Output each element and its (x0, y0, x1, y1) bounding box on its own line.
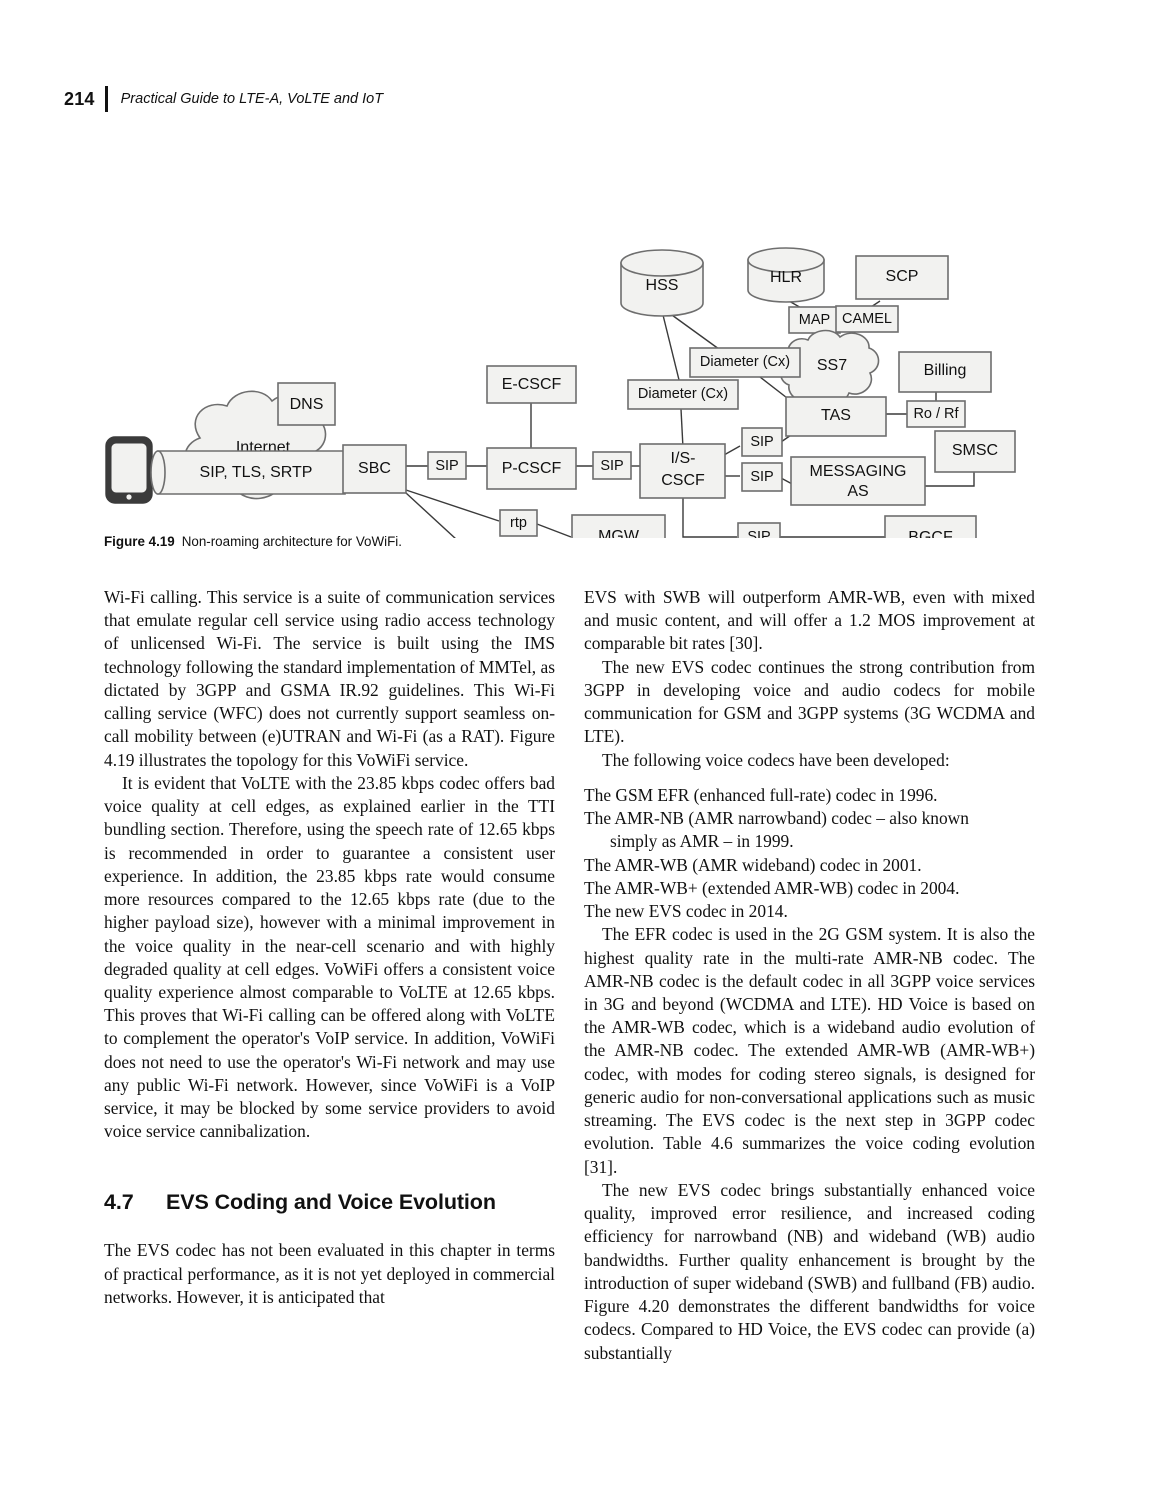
codec-list: The GSM EFR (enhanced full-rate) codec i… (584, 784, 1035, 923)
svg-text:MAP: MAP (799, 312, 830, 328)
paragraph-evs-intro: The EVS codec has not been evaluated in … (104, 1240, 555, 1307)
codec-list-item: The AMR-NB (AMR narrowband) codec – also… (584, 808, 969, 829)
dns-label: DNS (290, 396, 324, 413)
paragraph-evs-swb: EVS with SWB will outperform AMR-WB, eve… (584, 587, 1035, 654)
left-text-column: Wi-Fi calling. This service is a suite o… (104, 586, 555, 1309)
paragraph-following-codecs: The following voice codecs have been dev… (602, 749, 950, 770)
messaging-as-label-line1: MESSAGING (810, 463, 907, 480)
figure-caption: Figure 4.19 Non-roaming architecture for … (104, 533, 864, 550)
ss7-label: SS7 (817, 357, 847, 374)
sip-label-sbc-pcscf: SIP (427, 451, 467, 480)
paragraph-efr-codec: The EFR codec is used in the 2G GSM syst… (584, 924, 1035, 1177)
dns-node: DNS (277, 382, 336, 426)
paragraph-volte-codec: It is evident that VoLTE with the 23.85 … (104, 772, 555, 1142)
hlr-label: HLR (770, 269, 802, 286)
codec-list-item-continuation-text: simply as AMR – in 1999. (610, 831, 794, 852)
bgcf-label: BGCF (908, 529, 953, 538)
codec-list-item: The GSM EFR (enhanced full-rate) codec i… (584, 784, 938, 805)
scp-label: SCP (886, 268, 919, 285)
hlr-node: HLR (747, 247, 825, 303)
tas-label: TAS (821, 407, 851, 424)
section-title: EVS Coding and Voice Evolution (166, 1189, 496, 1214)
paragraph-evs-contribution: The new EVS codec continues the strong c… (584, 656, 1035, 747)
svg-text:CAMEL: CAMEL (842, 311, 892, 327)
p-cscf-label: P-CSCF (502, 460, 562, 477)
paragraph-wifi-calling: Wi-Fi calling. This service is a suite o… (104, 587, 555, 770)
svg-text:SIP: SIP (435, 458, 458, 474)
is-cscf-node: I/S- CSCF (639, 443, 726, 499)
sip-label-pcscf-iscscf: SIP (592, 451, 632, 480)
tunnel-label: SIP, TLS, SRTP (200, 464, 313, 481)
running-head: 214 Practical Guide to LTE-A, VoLTE and … (64, 86, 383, 112)
svg-text:rtp: rtp (510, 515, 527, 531)
hss-label: HSS (646, 277, 679, 294)
running-head-rule (104, 86, 108, 112)
messaging-as-node: MESSAGING AS (790, 456, 926, 506)
figure-caption-text: Non-roaming architecture for VoWiFi. (181, 534, 402, 549)
billing-node: Billing (898, 351, 992, 393)
svg-text:SIP: SIP (750, 469, 773, 485)
is-cscf-label-line2: CSCF (661, 472, 705, 489)
codec-list-item: The new EVS codec in 2014. (584, 901, 788, 922)
map-label: MAP (788, 306, 841, 334)
p-cscf-node: P-CSCF (486, 447, 577, 490)
codec-list-item: The AMR-WB (AMR wideband) codec in 2001. (584, 854, 922, 875)
book-title: Practical Guide to LTE-A, VoLTE and IoT (120, 91, 384, 107)
figure-4-19: .bx { fill:#f2f2f0; stroke:#6e6e6e; stro… (0, 118, 1161, 538)
paragraph-evs-enhancements: The new EVS codec brings substantially e… (584, 1179, 1035, 1363)
svg-text:Diameter (Cx): Diameter (Cx) (638, 386, 728, 402)
svg-text:Ro / Rf: Ro / Rf (913, 406, 959, 422)
hss-node: HSS (620, 249, 704, 317)
right-text-column: EVS with SWB will outperform AMR-WB, eve… (584, 586, 1035, 1365)
ue-phone-icon (105, 436, 153, 504)
sbc-label: SBC (358, 460, 391, 477)
section-number: 4.7 (104, 1189, 134, 1214)
svg-text:Diameter (Cx): Diameter (Cx) (700, 354, 790, 370)
vowifi-architecture-diagram: .bx { fill:#f2f2f0; stroke:#6e6e6e; stro… (105, 247, 1016, 538)
messaging-as-label-line2: AS (847, 483, 868, 500)
sip-label-iscscf-tas: SIP (741, 427, 783, 457)
sbc-node: SBC (342, 444, 407, 494)
diameter-cx-upper-label: Diameter (Cx) (689, 347, 801, 378)
svg-text:SIP: SIP (600, 458, 623, 474)
is-cscf-label-line1: I/S- (671, 450, 696, 467)
e-cscf-node: E-CSCF (486, 365, 577, 404)
svg-text:SIP: SIP (750, 434, 773, 450)
page-number: 214 (64, 89, 95, 109)
smsc-label: SMSC (952, 442, 998, 459)
bgcf-node: BGCF (884, 515, 977, 538)
figure-caption-label: Figure 4.19 (104, 534, 175, 549)
camel-label: CAMEL (835, 305, 899, 333)
tas-node: TAS (785, 396, 887, 437)
smsc-node: SMSC (934, 430, 1016, 473)
sip-label-iscscf-messaging: SIP (741, 462, 783, 492)
scp-node: SCP (855, 255, 949, 300)
sip-tls-srtp-tunnel: SIP, TLS, SRTP (150, 450, 346, 495)
codec-list-item-continuation: simply as AMR – in 1999. (584, 830, 1035, 853)
billing-label: Billing (924, 362, 967, 379)
diameter-cx-lower-label: Diameter (Cx) (627, 379, 739, 410)
codec-list-item: The AMR-WB+ (extended AMR-WB) codec in 2… (584, 877, 960, 898)
ro-rf-label: Ro / Rf (906, 400, 966, 428)
section-heading-4-7: 4.7 EVS Coding and Voice Evolution (104, 1188, 555, 1217)
e-cscf-label: E-CSCF (502, 376, 562, 393)
